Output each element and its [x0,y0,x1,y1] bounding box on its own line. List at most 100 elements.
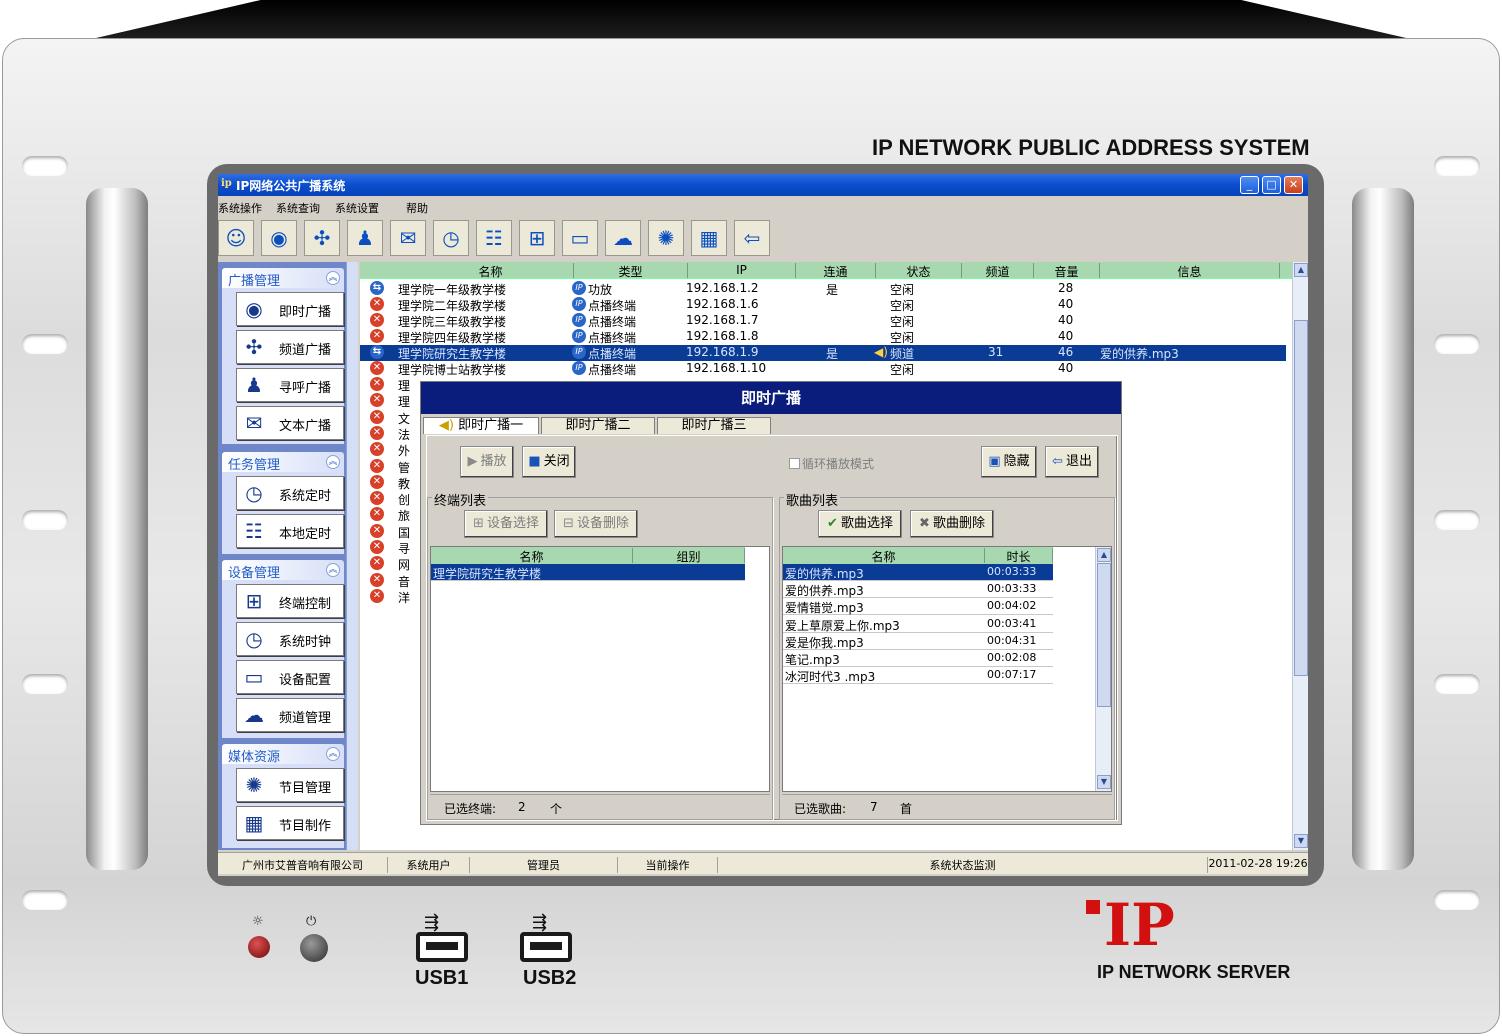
collapse-chevron-icon[interactable]: ︽ [326,271,340,285]
col-type[interactable]: 类型 [574,263,688,279]
collapse-chevron-icon[interactable]: ︽ [326,747,340,761]
right-handle [1352,188,1414,870]
schedule-icon[interactable]: ☷ [476,220,512,256]
list-item[interactable]: 冰河时代3 .mp3 00:07:17 [783,667,1053,685]
device-delete-button[interactable]: ⊟ 设备删除 [554,510,638,538]
maximize-button[interactable]: □ [1262,176,1281,194]
col-ip[interactable]: IP [688,263,796,278]
menu-system-operation[interactable]: 系统操作 [218,200,262,216]
exit-button[interactable]: ⇦ 退出 [1045,446,1099,478]
text-broadcast-icon[interactable]: ✉ [390,220,426,256]
clock-icon[interactable]: ◷ [433,220,469,256]
sidebar-item-instant-broadcast[interactable]: ◉ 即时广播 [236,292,344,326]
terminal-icon[interactable]: ⊞ [519,220,555,256]
users-icon[interactable]: ☺ [218,220,254,256]
collapse-chevron-icon[interactable]: ︽ [326,455,340,469]
scroll-thumb[interactable] [1097,563,1111,707]
menu-help[interactable]: 帮助 [406,200,428,216]
table-row[interactable]: ✕ 理学院三年级教学楼 IP 点播终端 192.168.1.7 空闲 40 [360,313,1296,329]
col-name[interactable]: 名称 [431,548,633,564]
sidebar-item-label: 频道广播 [279,343,332,358]
video-icon[interactable]: ▦ [691,220,727,256]
col-name[interactable]: 名称 [783,548,985,564]
sidebar-item-text-broadcast[interactable]: ✉ 文本广播 [236,406,344,440]
list-item[interactable]: 笔记.mp3 00:02:08 [783,650,1053,667]
table-row[interactable]: ✕ 理学院博士站教学楼 IP 点播终端 192.168.1.10 空闲 40 [360,361,1296,377]
row-ip: 192.168.1.8 [686,329,759,343]
loop-checkbox[interactable]: 循环播放模式 [789,455,874,472]
stop-button[interactable]: ■ 关闭 [522,446,576,478]
scroll-up-icon[interactable]: ▲ [1097,548,1111,562]
scroll-up-icon[interactable]: ▲ [1294,263,1308,277]
list-item[interactable]: 爱的供养.mp3 00:03:33 [783,564,1053,581]
col-group[interactable]: 组别 [633,548,745,564]
minimize-button[interactable]: _ [1240,176,1259,194]
tab-broadcast-3[interactable]: 即时广播三 [657,417,771,434]
checkbox-box[interactable] [789,458,800,469]
button-label: 退出 [1065,454,1092,469]
sidebar-item-device-config[interactable]: ▭ 设备配置 [236,660,344,694]
scroll-down-icon[interactable]: ▼ [1294,834,1308,848]
usb1-port[interactable] [416,932,468,962]
broadcast-icon[interactable]: ◉ [261,220,297,256]
paging-icon[interactable]: ♟ [347,220,383,256]
col-duration[interactable]: 时长 [985,548,1053,564]
grid-scrollbar[interactable]: ▲ ▼ [1292,262,1308,850]
sidebar-item-paging-broadcast[interactable]: ♟ 寻呼广播 [236,368,344,402]
menu-system-settings[interactable]: 系统设置 [335,200,379,216]
sidebar-item-local-timer[interactable]: ☷ 本地定时 [236,514,344,548]
list-item[interactable]: 爱情错觉.mp3 00:04:02 [783,598,1053,616]
schedule-icon: ☷ [245,519,263,543]
scroll-down-icon[interactable]: ▼ [1097,775,1111,789]
device-select-button[interactable]: ⊞ 设备选择 [464,510,548,538]
sidebar-item-channel-broadcast[interactable]: ✣ 频道广播 [236,330,344,364]
tab-broadcast-2[interactable]: 即时广播二 [541,417,655,434]
sidebar-item-channel-manage[interactable]: ☁ 频道管理 [236,698,344,732]
row-status: 空闲 [890,283,915,297]
list-item[interactable]: 爱的供养.mp3 00:03:33 [783,581,1053,599]
table-row-selected[interactable]: ⇆ 理学院研究生教学楼 IP 点播终端 192.168.1.9 是 ◀) 频道 3… [360,345,1286,361]
sidebar-item-program-manage[interactable]: ✺ 节目管理 [236,768,344,802]
program-icon[interactable]: ✺ [648,220,684,256]
table-row[interactable]: ⇆ 理学院一年级教学楼 IP 功放 192.168.1.2 是 空闲 28 [360,281,1296,297]
group-media-header[interactable]: 媒体资源 ︽ [222,744,344,765]
song-list-scrollbar[interactable]: ▲ ▼ [1095,547,1111,791]
list-item[interactable]: 理学院研究生教学楼 [431,564,745,581]
sidebar-item-system-clock[interactable]: ◷ 系统时钟 [236,622,344,656]
song-list: 名称 时长 爱的供养.mp3 00:03:33 爱的供养.mp3 00:03:33 爱情… [782,546,1112,792]
col-channel[interactable]: 频道 [962,263,1034,279]
scroll-thumb[interactable] [1294,320,1308,676]
app-window: ip IP网络公共广播系统 _ □ ✕ 系统操作 系统查询 系统设置 帮助 ☺ … [218,174,1308,876]
col-name[interactable]: 名称 [408,263,574,279]
sidebar-item-system-timer[interactable]: ◷ 系统定时 [236,476,344,510]
channel-icon[interactable]: ✣ [304,220,340,256]
collapse-chevron-icon[interactable]: ︽ [326,563,340,577]
button-label: 设备选择 [486,516,539,531]
col-info[interactable]: 信息 [1100,263,1280,279]
group-task-header[interactable]: 任务管理 ︽ [222,452,344,473]
col-volume[interactable]: 音量 [1034,263,1100,279]
usb2-port[interactable] [520,932,572,962]
col-status[interactable]: 状态 [876,263,962,279]
table-row[interactable]: ✕ 理学院四年级教学楼 IP 点播终端 192.168.1.8 空闲 40 [360,329,1296,345]
channel-manage-icon[interactable]: ☁ [605,220,641,256]
table-row[interactable]: ✕ 理学院二年级教学楼 IP 点播终端 192.168.1.6 空闲 40 [360,297,1296,313]
hide-button[interactable]: ▣ 隐藏 [981,446,1037,478]
sidebar-scrollbar[interactable] [346,262,358,850]
exit-icon[interactable]: ⇦ [734,220,770,256]
song-select-button[interactable]: ✔ 歌曲选择 [818,510,902,538]
sidebar-item-terminal-control[interactable]: ⊞ 终端控制 [236,584,344,618]
group-broadcast-header[interactable]: 广播管理 ︽ [222,268,344,289]
col-connected[interactable]: 连通 [796,263,876,279]
menu-system-query[interactable]: 系统查询 [276,200,320,216]
close-button[interactable]: ✕ [1284,176,1303,194]
group-device-header[interactable]: 设备管理 ︽ [222,560,344,581]
play-button[interactable]: ▶ 播放 [460,446,514,478]
list-item[interactable]: 爱是你我.mp3 00:04:31 [783,633,1053,650]
tab-broadcast-1[interactable]: ◀) 即时广播一 [423,417,539,434]
sidebar-item-program-make[interactable]: ▦ 节目制作 [236,806,344,840]
power-button[interactable] [300,934,328,962]
device-config-icon[interactable]: ▭ [562,220,598,256]
list-item[interactable]: 爱上草原爱上你.mp3 00:03:41 [783,616,1053,633]
song-delete-button[interactable]: ✖ 歌曲删除 [910,510,994,538]
